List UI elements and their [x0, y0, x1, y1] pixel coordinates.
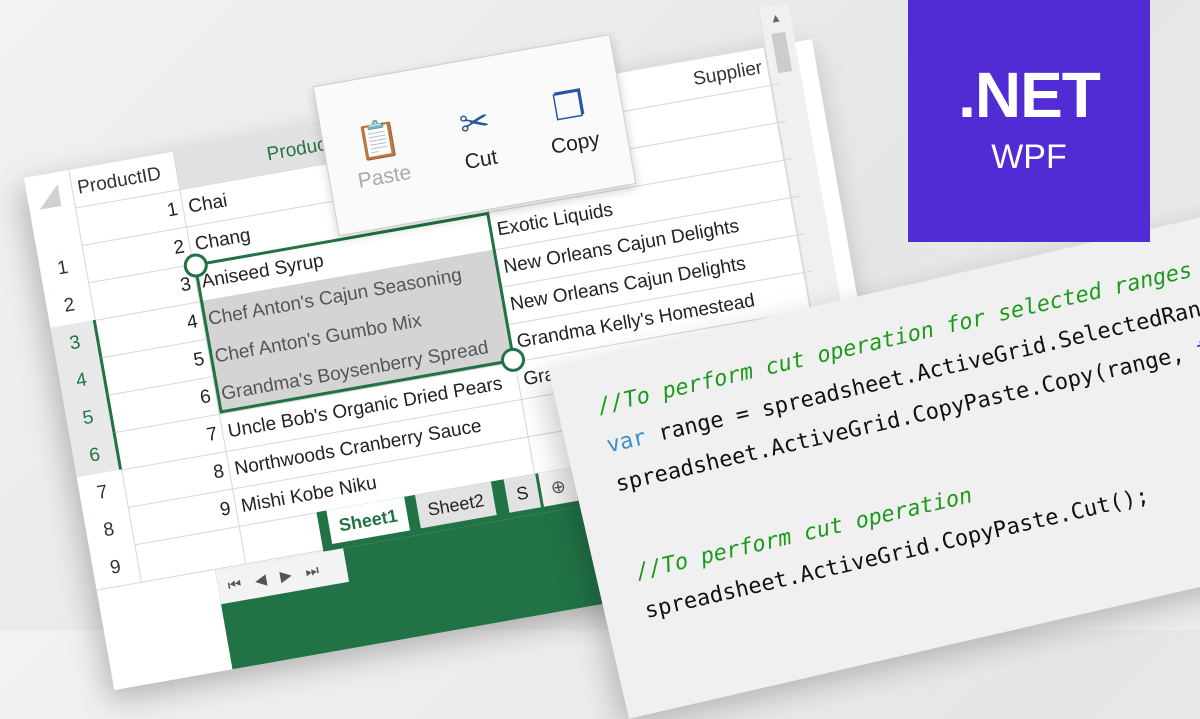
menu-item-copy[interactable]: ❐ Copy — [540, 76, 601, 159]
first-sheet-icon[interactable]: ⏮ — [226, 575, 242, 594]
next-sheet-icon[interactable]: ▶ — [279, 566, 293, 586]
cut-label: Cut — [463, 145, 500, 175]
last-sheet-icon[interactable]: ⏭ — [304, 561, 320, 580]
scissors-icon: ✂ — [456, 99, 493, 146]
badge-subtitle: WPF — [991, 138, 1067, 176]
prev-sheet-icon[interactable]: ◀ — [253, 570, 268, 590]
platform-badge: .NET WPF — [908, 0, 1150, 242]
copy-icon: ❐ — [549, 82, 589, 129]
tab-sheet3[interactable]: S — [503, 473, 542, 513]
menu-item-cut[interactable]: ✂ Cut — [454, 94, 499, 175]
paste-icon: 📋 — [352, 115, 404, 164]
badge-title: .NET — [958, 59, 1101, 131]
scroll-up-icon[interactable]: ▲ — [759, 3, 793, 34]
code-keyword: var — [604, 425, 649, 459]
menu-item-paste[interactable]: 📋 Paste — [347, 110, 413, 194]
